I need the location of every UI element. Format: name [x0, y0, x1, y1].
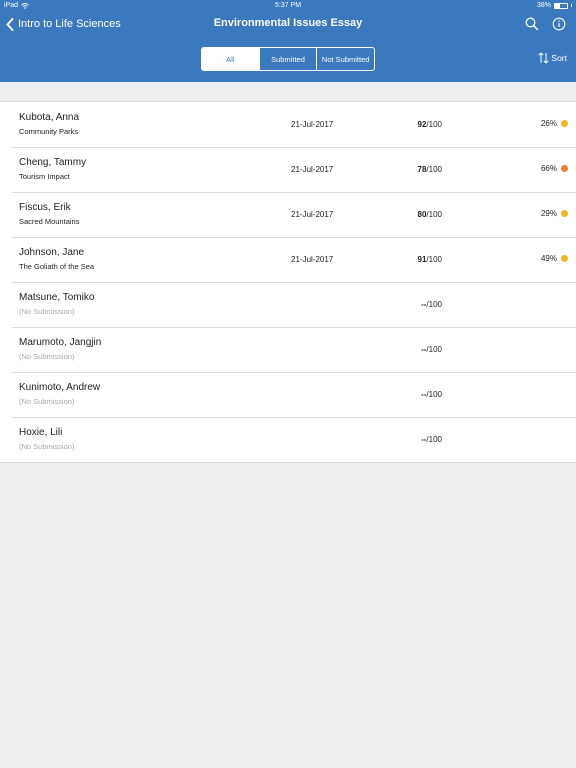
student-name: Marumoto, Jangjin: [19, 337, 102, 348]
segment-all[interactable]: All: [202, 48, 260, 70]
submission-title: Sacred Mountains: [19, 217, 80, 226]
submission-title: (No Submission): [19, 397, 75, 406]
submission-filter: All Submitted Not Submitted: [201, 47, 375, 71]
student-row[interactable]: Kubota, Anna Community Parks 21-Jul-2017 92…: [0, 102, 576, 147]
similarity-percent: 26%: [540, 119, 557, 128]
info-button[interactable]: [550, 15, 568, 33]
submission-list: Kubota, Anna Community Parks 21-Jul-2017 92…: [0, 101, 576, 463]
score-max: /100: [426, 300, 442, 309]
student-name: Kubota, Anna: [19, 112, 80, 123]
similarity-indicator: [561, 210, 568, 217]
submission-title: The Goliath of the Sea: [19, 262, 95, 271]
search-icon: [525, 17, 539, 31]
submission-date: 21-Jul-2017: [291, 120, 334, 129]
student-row[interactable]: Marumoto, Jangjin (No Submission) --/100: [0, 327, 576, 372]
sort-button[interactable]: Sort: [538, 52, 567, 64]
similarity: 29%: [541, 209, 568, 218]
student-row[interactable]: Cheng, Tammy Tourism Impact 21-Jul-2017 78/…: [0, 147, 576, 192]
similarity-indicator: [561, 120, 568, 127]
score-max: /100: [426, 120, 442, 129]
score: --/100: [380, 300, 442, 309]
score-max: /100: [426, 435, 442, 444]
student-row[interactable]: Kunimoto, Andrew (No Submission) --/100: [0, 372, 576, 417]
submission-date: 21-Jul-2017: [291, 165, 334, 174]
student-name: Hoxie, Lili: [19, 427, 63, 438]
nav-header: iPad 5:37 PM 38% Intro to Life Sciences …: [0, 0, 576, 82]
submission-title: Community Parks: [19, 127, 79, 136]
similarity: 49%: [541, 254, 568, 263]
similarity-percent: 66%: [540, 164, 557, 173]
student-name: Matsune, Tomiko: [19, 292, 95, 303]
status-bar: iPad 5:37 PM 38%: [0, 0, 576, 12]
score: --/100: [380, 390, 442, 399]
status-time: 5:37 PM: [274, 2, 302, 9]
page-title: Environmental Issues Essay: [213, 17, 363, 29]
similarity-indicator: [561, 255, 568, 262]
score-max: /100: [426, 255, 442, 264]
battery-fill: [555, 3, 560, 8]
score-max: /100: [426, 345, 442, 354]
student-row[interactable]: Hoxie, Lili (No Submission) --/100: [0, 417, 576, 462]
score-max: /100: [426, 165, 442, 174]
battery-icon: [554, 2, 568, 9]
submission-title: Tourism Impact: [19, 172, 70, 181]
score: 80/100: [380, 210, 442, 219]
student-row[interactable]: Johnson, Jane The Goliath of the Sea 21-Ju…: [0, 237, 576, 282]
student-name: Cheng, Tammy: [19, 157, 87, 168]
submission-date: 21-Jul-2017: [291, 255, 334, 264]
student-name: Johnson, Jane: [19, 247, 85, 258]
battery-percent: 38%: [536, 2, 551, 9]
submission-title: (No Submission): [19, 352, 75, 361]
similarity-percent: 29%: [540, 209, 557, 218]
submission-date: 21-Jul-2017: [291, 210, 334, 219]
sort-icon: [538, 52, 549, 64]
student-name: Kunimoto, Andrew: [19, 382, 101, 393]
submission-title: (No Submission): [19, 307, 75, 316]
score: --/100: [380, 435, 442, 444]
score: 91/100: [380, 255, 442, 264]
info-icon: [552, 17, 566, 31]
sort-label: Sort: [551, 53, 567, 63]
student-name: Fiscus, Erik: [19, 202, 71, 213]
segment-submitted[interactable]: Submitted: [260, 48, 318, 70]
status-right: 38%: [537, 2, 572, 9]
score-max: /100: [426, 390, 442, 399]
score: --/100: [380, 345, 442, 354]
score-max: /100: [426, 210, 442, 219]
submission-title: (No Submission): [19, 442, 75, 451]
score: 92/100: [380, 120, 442, 129]
search-button[interactable]: [523, 15, 541, 33]
similarity-percent: 49%: [540, 254, 557, 263]
segment-not-submitted[interactable]: Not Submitted: [317, 48, 374, 70]
similarity-indicator: [561, 165, 568, 172]
student-row[interactable]: Fiscus, Erik Sacred Mountains 21-Jul-2017 8…: [0, 192, 576, 237]
score: 78/100: [380, 165, 442, 174]
student-row[interactable]: Matsune, Tomiko (No Submission) --/100: [0, 282, 576, 327]
similarity: 66%: [541, 164, 568, 173]
battery-tip: [571, 4, 572, 7]
similarity: 26%: [541, 119, 568, 128]
